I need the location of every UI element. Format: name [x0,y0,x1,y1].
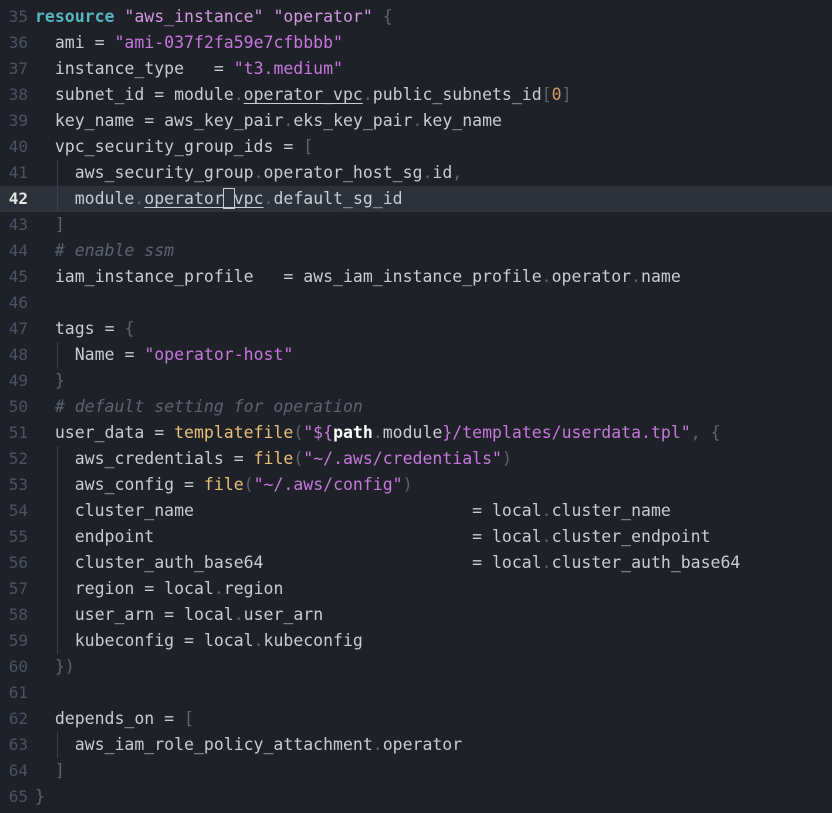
code-text: resource "aws_instance" "operator" { [35,7,393,26]
code-line-current[interactable]: 42 module.operator_vpc.default_sg_id [0,186,832,212]
line-number: 36 [8,33,28,52]
line-number: 65 [8,787,28,806]
code-text: depends_on = [ [54,709,194,728]
code-line[interactable]: 39 key_name = aws_key_pair.eks_key_pair.… [0,108,832,134]
line-number: 63 [8,735,28,754]
code-text: instance_type = "t3.medium" [54,59,343,78]
code-text: aws_security_group.operator_host_sg.id, [74,163,463,182]
text-cursor: _ [222,188,235,209]
code-line[interactable]: 51 user_data = templatefile("${path.modu… [0,420,832,446]
line-number: 64 [8,761,28,780]
line-number: 61 [8,683,28,702]
code-text: aws_credentials = file("~/.aws/credentia… [74,449,512,468]
line-number: 41 [8,163,28,182]
code-line[interactable]: 58 user_arn = local.user_arn [0,602,832,628]
code-text: region = local.region [74,579,284,598]
code-line[interactable]: 47 tags = { [0,316,832,342]
code-text: key_name = aws_key_pair.eks_key_pair.key… [54,111,502,130]
code-line[interactable]: 61 [0,680,832,706]
code-line[interactable]: 52 aws_credentials = file("~/.aws/creden… [0,446,832,472]
code-text: }) [54,657,75,676]
code-line[interactable]: 64 ] [0,758,832,784]
code-text: ] [54,761,65,780]
line-number: 51 [8,423,28,442]
code-text: cluster_auth_base64 = local.cluster_auth… [74,553,741,572]
line-number: 57 [8,579,28,598]
code-text: ] [54,215,65,234]
code-line[interactable]: 41 aws_security_group.operator_host_sg.i… [0,160,832,186]
code-line[interactable]: 45 iam_instance_profile = aws_iam_instan… [0,264,832,290]
code-line[interactable]: 37 instance_type = "t3.medium" [0,56,832,82]
line-number: 58 [8,605,28,624]
code-line[interactable]: 54 cluster_name = local.cluster_name [0,498,832,524]
code-line[interactable]: 57 region = local.region [0,576,832,602]
line-number: 37 [8,59,28,78]
code-text: user_data = templatefile("${path.module}… [54,423,721,442]
line-number: 55 [8,527,28,546]
line-number: 62 [8,709,28,728]
code-line[interactable]: 62 depends_on = [ [0,706,832,732]
code-line[interactable]: 48 Name = "operator-host" [0,342,832,368]
code-text: } [35,787,45,806]
code-text: endpoint = local.cluster_endpoint [74,527,711,546]
code-line[interactable]: 49 } [0,368,832,394]
line-number: 45 [8,267,28,286]
code-line[interactable]: 65 } [0,784,832,810]
code-line[interactable]: 46 [0,290,832,316]
line-number: 53 [8,475,28,494]
line-number: 44 [8,241,28,260]
line-number: 48 [8,345,28,364]
code-line[interactable]: 38 subnet_id = module.operator_vpc.publi… [0,82,832,108]
code-text: iam_instance_profile = aws_iam_instance_… [54,267,681,286]
code-text: module.operator_vpc.default_sg_id [74,188,403,209]
line-number: 49 [8,371,28,390]
line-number: 59 [8,631,28,650]
code-line[interactable]: 59 kubeconfig = local.kubeconfig [0,628,832,654]
code-text: aws_config = file("~/.aws/config") [74,475,413,494]
code-line[interactable]: 56 cluster_auth_base64 = local.cluster_a… [0,550,832,576]
line-number: 35 [8,7,28,26]
code-line[interactable]: 63 aws_iam_role_policy_attachment.operat… [0,732,832,758]
line-number: 60 [8,657,28,676]
code-text: tags = { [54,319,135,338]
code-text: kubeconfig = local.kubeconfig [74,631,363,650]
line-number: 40 [8,137,28,156]
line-number: 54 [8,501,28,520]
code-text: aws_iam_role_policy_attachment.operator [74,735,463,754]
code-editor[interactable]: 35 resource "aws_instance" "operator" { … [0,0,832,813]
code-text: user_arn = local.user_arn [74,605,324,624]
code-text: vpc_security_group_ids = [ [54,137,314,156]
line-number: 50 [8,397,28,416]
line-number: 39 [8,111,28,130]
line-number: 38 [8,85,28,104]
line-number: 52 [8,449,28,468]
code-text: # enable ssm [54,241,175,260]
code-text: Name = "operator-host" [74,345,294,364]
code-line[interactable]: 60 }) [0,654,832,680]
code-line[interactable]: 40 vpc_security_group_ids = [ [0,134,832,160]
line-number: 47 [8,319,28,338]
line-number: 56 [8,553,28,572]
code-line[interactable]: 50 # default setting for operation [0,394,832,420]
line-number: 43 [8,215,28,234]
code-text: subnet_id = module.operator_vpc.public_s… [54,85,572,104]
code-text: ami = "ami-037f2fa59e7cfbbbb" [54,33,343,52]
code-line[interactable]: 36 ami = "ami-037f2fa59e7cfbbbb" [0,30,832,56]
code-line[interactable]: 35 resource "aws_instance" "operator" { [0,4,832,30]
code-line[interactable]: 53 aws_config = file("~/.aws/config") [0,472,832,498]
code-line[interactable]: 44 # enable ssm [0,238,832,264]
code-text: } [54,371,65,390]
line-number: 46 [8,293,28,312]
code-text: # default setting for operation [54,397,363,416]
code-line[interactable]: 43 ] [0,212,832,238]
code-line[interactable]: 55 endpoint = local.cluster_endpoint [0,524,832,550]
code-text: cluster_name = local.cluster_name [74,501,671,520]
line-number: 42 [8,189,28,208]
